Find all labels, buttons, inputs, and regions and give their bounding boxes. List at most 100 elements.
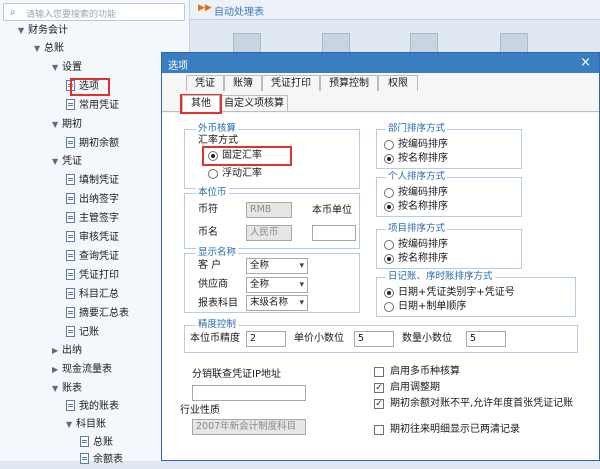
tree-ledger[interactable]: ▼ 账表 (52, 380, 82, 398)
chevron-down-icon: ▼ (52, 157, 59, 166)
tree-fill-voucher[interactable]: 填制凭证 (66, 172, 119, 190)
tree-cashier-sign[interactable]: 出纳签字 (66, 191, 119, 209)
unit-field[interactable] (312, 225, 356, 241)
chevron-down-icon: ▼ (52, 384, 59, 393)
tree-print-voucher[interactable]: 凭证打印 (66, 267, 119, 285)
double-arrow-icon[interactable]: ▶▶ (198, 3, 212, 13)
tree-cashier[interactable]: ▶ 出纳 (52, 342, 82, 360)
group-title: 日记账、序时账排序方式 (386, 271, 495, 282)
tree-journal[interactable]: 记账 (66, 324, 99, 342)
radio-journal-by-order[interactable] (384, 302, 394, 312)
tree-my-ledger[interactable]: 我的账表 (66, 398, 119, 416)
content-topbar: ▶▶ 自动处理表 (190, 0, 600, 20)
radio-project-by-code[interactable] (384, 240, 394, 250)
tab-voucher[interactable]: 凭证 (186, 75, 224, 91)
dialog-titlebar: 选项 × (162, 53, 599, 73)
tree-common-voucher[interactable]: 常用凭证 (66, 97, 119, 115)
radio-dept-by-name[interactable] (384, 154, 394, 164)
option-label: 按编码排序 (398, 139, 448, 150)
group-title: 项目排序方式 (386, 223, 448, 234)
tree-setup[interactable]: ▼ 设置 (52, 59, 82, 77)
base-precision-field[interactable]: 2 (246, 331, 286, 347)
chevron-down-icon: ▼ (18, 26, 25, 35)
price-decimals-field[interactable]: 5 (354, 331, 394, 347)
symbol-field[interactable]: RMB (246, 202, 292, 218)
tree-period-balance[interactable]: 期初余额 (66, 135, 119, 153)
tree-subject-summary[interactable]: 科目汇总 (66, 286, 119, 304)
checkbox-label: 启用调整期 (390, 382, 440, 393)
group-title: 本位币 (196, 187, 229, 198)
group-title: 外币核算 (196, 123, 239, 134)
option-label: 日期+制单顺序 (398, 301, 467, 312)
group-title: 精度控制 (196, 319, 239, 330)
name-label: 币名 (198, 227, 218, 238)
tab-other[interactable]: 其他 (182, 95, 220, 112)
topbar-title[interactable]: 自动处理表 (214, 3, 264, 18)
supplier-select[interactable]: 全称 (246, 277, 308, 293)
name-field[interactable]: 人民币 (246, 225, 292, 241)
radio-project-by-name[interactable] (384, 254, 394, 264)
highlight-box (70, 78, 110, 96)
checkbox-adjust-period[interactable]: ✓ (374, 383, 384, 393)
unit-label: 本币单位 (312, 205, 352, 216)
document-icon (66, 307, 75, 318)
tree-period[interactable]: ▼ 期初 (52, 116, 82, 134)
document-icon (66, 231, 75, 242)
qty-decimals-field[interactable]: 5 (466, 331, 506, 347)
tree-subject-ledger[interactable]: ▼ 科目账 (66, 416, 106, 434)
search-box[interactable]: ⌕ 请输入您要搜索的功能 (3, 3, 185, 21)
tree-balance-table[interactable]: 余额表 (80, 451, 123, 469)
tree-manager-sign[interactable]: 主管签字 (66, 210, 119, 228)
close-icon[interactable]: × (580, 55, 591, 70)
chevron-down-icon: ▼ (52, 120, 59, 129)
checkbox-label: 期初往来明细显示已两清记录 (390, 424, 520, 435)
radio-person-by-name[interactable] (384, 202, 394, 212)
highlight-box (202, 146, 292, 166)
industry-field[interactable]: 2007年新会计制度科目 (192, 419, 306, 435)
tree-cashflow[interactable]: ▶ 现金流量表 (52, 361, 112, 379)
report-subject-label: 报表科目 (198, 298, 238, 309)
base-precision-label: 本位币精度 (190, 333, 240, 344)
tree-general-ledger[interactable]: 总账 (80, 434, 113, 452)
supplier-label: 供应商 (198, 279, 228, 290)
tree-finance[interactable]: ▼ 财务会计 (18, 22, 68, 40)
document-icon (66, 212, 75, 223)
chevron-right-icon: ▶ (52, 365, 59, 374)
radio-dept-by-code[interactable] (384, 140, 394, 150)
tab-divider (162, 111, 599, 112)
chevron-down-icon: ▼ (34, 44, 41, 53)
tab-budget-control[interactable]: 预算控制 (320, 75, 378, 91)
industry-label: 行业性质 (180, 405, 220, 416)
tab-permission[interactable]: 权限 (378, 75, 418, 91)
tree-voucher[interactable]: ▼ 凭证 (52, 153, 82, 171)
tree-gl[interactable]: ▼ 总账 (34, 40, 64, 58)
ip-field[interactable] (192, 385, 306, 401)
symbol-label: 币符 (198, 204, 218, 215)
document-icon (66, 99, 75, 110)
report-subject-select[interactable]: 末级名称 (246, 295, 308, 311)
tab-voucher-print[interactable]: 凭证打印 (262, 75, 320, 91)
option-label: 按编码排序 (398, 187, 448, 198)
document-icon (66, 174, 75, 185)
search-icon: ⌕ (10, 7, 16, 18)
option-label: 按名称排序 (398, 153, 448, 164)
search-placeholder: 请输入您要搜索的功能 (26, 10, 117, 20)
document-icon (66, 269, 75, 280)
options-dialog: 选项 × 凭证 账簿 凭证打印 预算控制 权限 其他 自定义项核算 外币核算 汇… (161, 52, 600, 461)
checkbox-multi-currency[interactable] (374, 367, 384, 377)
radio-person-by-code[interactable] (384, 188, 394, 198)
tree-audit-voucher[interactable]: 审核凭证 (66, 229, 119, 247)
tree-summary-table[interactable]: 摘要汇总表 (66, 305, 129, 323)
radio-floating-rate[interactable] (208, 169, 218, 179)
radio-journal-by-voucher[interactable] (384, 288, 394, 298)
tree-query-voucher[interactable]: 查询凭证 (66, 248, 119, 266)
tab-strip: 凭证 账簿 凭证打印 预算控制 权限 其他 自定义项核算 (162, 73, 599, 113)
tab-custom-item[interactable]: 自定义项核算 (220, 95, 288, 111)
customer-select[interactable]: 全称 (246, 258, 308, 274)
option-label: 按名称排序 (398, 253, 448, 264)
qty-decimals-label: 数量小数位 (402, 333, 452, 344)
document-icon (66, 288, 75, 299)
checkbox-show-cleared[interactable] (374, 425, 384, 435)
tab-books[interactable]: 账簿 (224, 75, 262, 91)
checkbox-allow-unbalanced[interactable]: ✓ (374, 399, 384, 409)
